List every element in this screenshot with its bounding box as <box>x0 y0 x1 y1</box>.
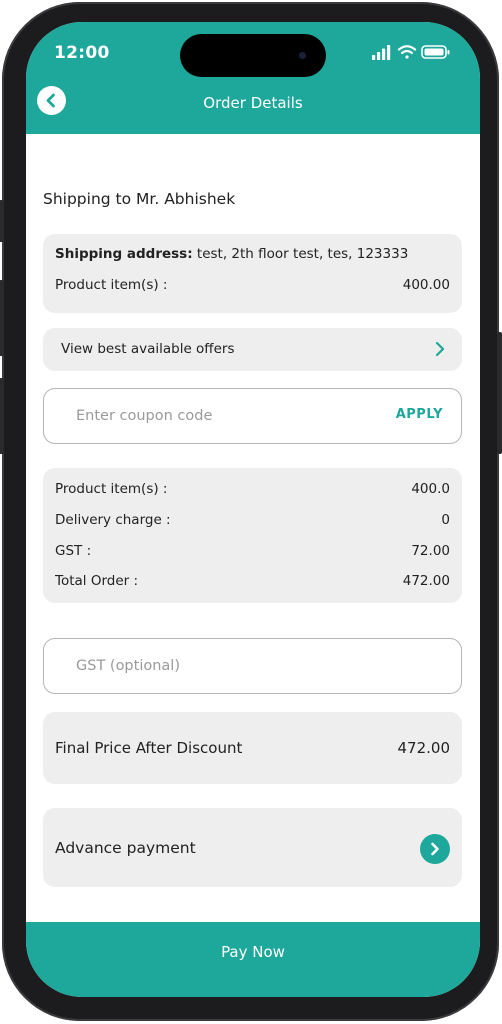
action-button <box>0 200 4 242</box>
apply-button[interactable]: APPLY <box>396 407 443 422</box>
signal-icon <box>372 45 391 60</box>
screen: 12:00 Order Details Shipping to Mr. Abhi… <box>26 22 480 997</box>
product-items-value: 400.00 <box>402 277 450 293</box>
summary-gst-label: GST : <box>55 543 92 559</box>
pay-now-button[interactable]: Pay Now <box>26 922 480 997</box>
chevron-right-icon <box>434 341 446 361</box>
summary-product-label: Product item(s) : <box>55 481 168 497</box>
advance-payment-row[interactable]: Advance payment <box>43 808 462 887</box>
summary-delivery-value: 0 <box>441 512 450 528</box>
final-price-card: Final Price After Discount 472.00 <box>43 712 462 784</box>
summary-total-value: 472.00 <box>402 573 450 589</box>
shipping-title: Shipping to Mr. Abhishek <box>43 190 236 208</box>
volume-down-button <box>0 378 4 454</box>
coupon-input[interactable] <box>76 403 376 429</box>
coupon-field: APPLY <box>43 388 462 444</box>
order-summary-card: Product item(s) : 400.0 Delivery charge … <box>43 468 462 603</box>
summary-total-label: Total Order : <box>55 573 139 589</box>
status-icons <box>372 44 452 60</box>
page-title: Order Details <box>203 94 303 112</box>
summary-delivery-label: Delivery charge : <box>55 512 171 528</box>
wifi-icon <box>397 45 417 59</box>
arrow-circle-right-icon <box>431 842 439 856</box>
final-price-label: Final Price After Discount <box>55 739 243 757</box>
shipping-address-value: test, 2th floor test, tes, 123333 <box>196 246 409 262</box>
app-header: 12:00 Order Details <box>26 22 480 134</box>
shipping-address-label: Shipping address: <box>55 246 193 262</box>
shipping-card: Shipping address: test, 2th floor test, … <box>43 234 462 313</box>
shipping-address-row: Shipping address: test, 2th floor test, … <box>55 246 408 262</box>
phone-frame: 12:00 Order Details Shipping to Mr. Abhi… <box>0 2 502 1021</box>
pay-now-label: Pay Now <box>221 943 285 961</box>
product-items-label: Product item(s) : <box>55 277 168 293</box>
camera-dot <box>299 52 306 59</box>
advance-payment-button[interactable] <box>420 834 450 864</box>
dynamic-island <box>180 34 326 77</box>
status-time: 12:00 <box>54 43 110 63</box>
summary-gst-value: 72.00 <box>411 543 450 559</box>
advance-payment-label: Advance payment <box>55 839 196 857</box>
gst-field <box>43 638 462 694</box>
battery-icon <box>421 45 450 59</box>
final-price-value: 472.00 <box>397 739 451 757</box>
power-button <box>497 332 502 454</box>
offers-label: View best available offers <box>61 341 235 357</box>
summary-product-value: 400.0 <box>411 481 450 497</box>
gst-input[interactable] <box>76 653 376 679</box>
volume-up-button <box>0 280 4 356</box>
offers-row[interactable]: View best available offers <box>43 328 462 371</box>
